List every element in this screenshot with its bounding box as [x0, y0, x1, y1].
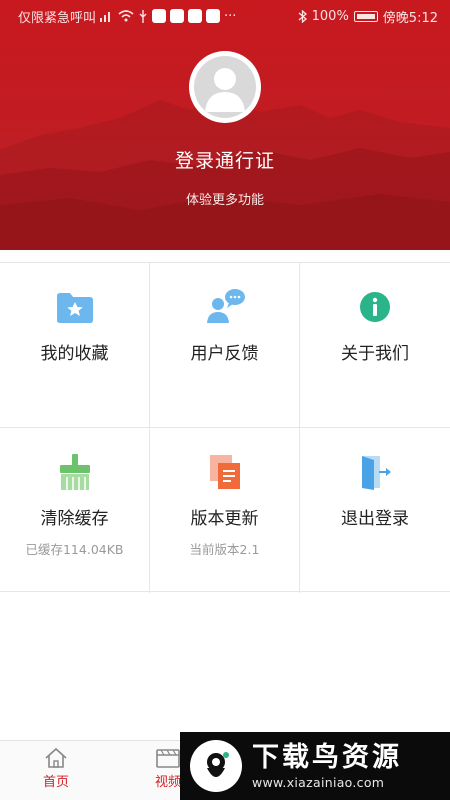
usb-icon: [138, 9, 148, 23]
exit-door-icon: [353, 452, 397, 492]
wifi-icon: [118, 10, 134, 22]
battery-icon: [353, 10, 378, 22]
cache-size-text: 已缓存114.04KB: [25, 542, 124, 557]
menu-grid: 我的收藏 用户反馈 关于我们 清除缓存 已缓存114.04KB 版本更新 当前版…: [0, 262, 450, 593]
default-user-icon: [194, 56, 256, 118]
menu-item-about[interactable]: 关于我们: [300, 263, 450, 428]
app-notification-icon: [152, 9, 167, 23]
menu-label: 用户反馈: [190, 344, 259, 364]
copy-document-icon: [203, 452, 247, 492]
site-watermark: 下载鸟资源 www.xiazainiao.com: [180, 732, 450, 800]
watermark-title: 下载鸟资源: [252, 741, 402, 773]
bird-logo-icon: [190, 740, 242, 792]
menu-label: 关于我们: [341, 344, 409, 364]
menu-label: 版本更新: [190, 509, 259, 529]
clock-time: 傍晚5:12: [382, 10, 438, 26]
app-notification-icon: [206, 9, 221, 23]
menu-item-feedback[interactable]: 用户反馈: [150, 263, 300, 428]
home-icon: [45, 747, 67, 768]
feedback-user-icon: [203, 287, 247, 327]
nav-label: 首页: [42, 775, 69, 790]
watermark-url: www.xiazainiao.com: [252, 774, 385, 790]
info-icon: [353, 287, 397, 327]
menu-label: 退出登录: [341, 509, 409, 529]
bluetooth-icon: [298, 9, 307, 23]
nav-label: 视频: [154, 775, 181, 790]
menu-item-clear-cache[interactable]: 清除缓存 已缓存114.04KB: [0, 428, 150, 593]
login-title[interactable]: 登录通行证: [0, 146, 450, 173]
profile-header: 仅限紧急呼叫 ··· 100% 傍晚5:12 登录通行证 体验更多功能: [0, 0, 450, 250]
more-notifications-icon: ···: [224, 8, 237, 24]
menu-item-version-update[interactable]: 版本更新 当前版本2.1: [150, 428, 300, 593]
mountain-background: [0, 98, 450, 250]
video-icon: [156, 749, 180, 768]
carrier-text: 仅限紧急呼叫: [18, 10, 97, 26]
battery-percent: 100%: [311, 8, 349, 24]
app-notification-icon: [170, 9, 185, 23]
favorites-folder-icon: [53, 287, 97, 327]
avatar[interactable]: [189, 51, 261, 123]
menu-item-favorites[interactable]: 我的收藏: [0, 263, 150, 428]
version-text: 当前版本2.1: [189, 542, 260, 557]
menu-item-logout[interactable]: 退出登录: [300, 428, 450, 593]
app-notification-icon: [188, 9, 203, 23]
login-subtitle: 体验更多功能: [185, 193, 264, 208]
signal-icon: [100, 10, 114, 22]
status-bar: 仅限紧急呼叫 ··· 100% 傍晚5:12: [0, 0, 450, 32]
broom-icon: [53, 452, 97, 492]
menu-label: 我的收藏: [40, 344, 109, 364]
nav-item-home[interactable]: 首页: [0, 741, 112, 800]
menu-label: 清除缓存: [40, 509, 109, 529]
